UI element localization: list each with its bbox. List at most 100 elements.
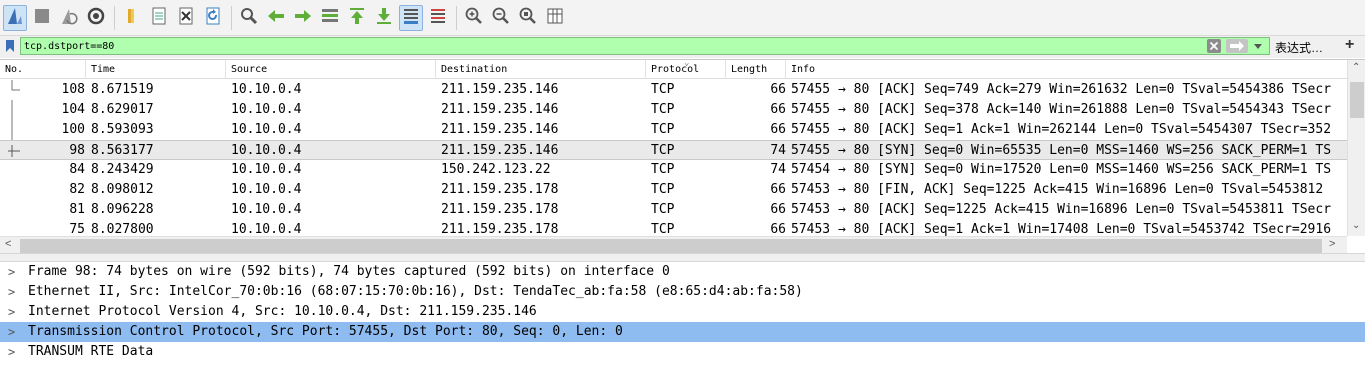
packet-list: No. Time Source Destination Protocol Len…	[0, 58, 1365, 254]
cell-destination: 211.159.235.146	[441, 82, 559, 97]
packet-details-pane: > Frame 98: 74 bytes on wire (592 bits), …	[0, 262, 1365, 369]
packet-row[interactable]: 75 8.027800 10.10.0.4 211.159.235.178 TCP 66 5…	[0, 220, 1347, 236]
packet-row[interactable]: 108 8.671519 10.10.0.4 211.159.235.146 TCP 66…	[0, 80, 1347, 100]
detail-tree-label: Ethernet II, Src: IntelCor_70:0b:16 (68:…	[28, 284, 803, 299]
previous-packet-button[interactable]	[264, 5, 288, 31]
autoscroll-button[interactable]	[399, 4, 423, 31]
display-filter-input[interactable]	[20, 37, 1270, 55]
cell-info: 57455 → 80 [ACK] Seq=378 Ack=140 Win=261…	[791, 102, 1332, 117]
go-to-packet-icon	[320, 6, 340, 29]
scroll-up-icon[interactable]: ⌃	[1352, 62, 1360, 73]
chevron-right-icon[interactable]: >	[8, 322, 15, 342]
capture-options-button[interactable]	[84, 5, 108, 31]
cell-length: 66	[770, 182, 786, 197]
packet-row[interactable]: 98 8.563177 10.10.0.4 211.159.235.146 TCP 74 5…	[0, 140, 1347, 160]
cell-source: 10.10.0.4	[231, 143, 302, 158]
next-packet-button[interactable]	[291, 5, 315, 31]
cell-info: 57454 → 80 [SYN] Seq=0 Win=17520 Len=0 M…	[791, 162, 1332, 177]
autoscroll-icon	[401, 6, 421, 29]
packet-row[interactable]: 84 8.243429 10.10.0.4 150.242.123.22 TCP 74 57…	[0, 160, 1347, 180]
cell-source: 10.10.0.4	[231, 122, 302, 137]
close-icon	[1207, 39, 1221, 56]
cell-info: 57453 → 80 [FIN, ACK] Seq=1225 Ack=415 W…	[791, 182, 1324, 197]
restart-capture-button[interactable]	[57, 5, 81, 31]
search-icon	[239, 6, 259, 29]
chevron-right-icon[interactable]: >	[8, 302, 15, 322]
column-header-no[interactable]: No.	[0, 60, 86, 79]
cell-length: 66	[770, 202, 786, 217]
reload-file-button[interactable]	[201, 5, 225, 31]
detail-tree-item[interactable]: > TRANSUM RTE Data	[0, 342, 1365, 362]
detail-tree-item[interactable]: > Transmission Control Protocol, Src Port…	[0, 322, 1365, 342]
cell-time: 8.593093	[91, 122, 154, 137]
zoom-reset-button[interactable]	[516, 5, 540, 31]
cell-info: 57455 → 80 [ACK] Seq=749 Ack=279 Win=261…	[791, 82, 1332, 97]
packet-row[interactable]: 100 8.593093 10.10.0.4 211.159.235.146 TCP 66…	[0, 120, 1347, 140]
column-header-info[interactable]: Info	[786, 60, 1347, 79]
scrollbar-thumb[interactable]	[1350, 82, 1364, 118]
cell-destination: 211.159.235.178	[441, 202, 559, 217]
arrow-left-icon	[266, 6, 286, 29]
column-header-source[interactable]: Source	[226, 60, 436, 79]
detail-tree-item[interactable]: > Internet Protocol Version 4, Src: 10.10…	[0, 302, 1365, 322]
add-filter-button[interactable]: +	[1345, 36, 1354, 54]
detail-tree-label: Frame 98: 74 bytes on wire (592 bits), 7…	[28, 264, 670, 279]
cell-destination: 211.159.235.178	[441, 222, 559, 236]
resize-columns-button[interactable]	[543, 5, 567, 31]
cell-length: 74	[770, 162, 786, 177]
cell-no: 104	[61, 102, 85, 117]
cell-time: 8.098012	[91, 182, 154, 197]
go-to-packet-button[interactable]	[318, 5, 342, 31]
packet-row[interactable]: 81 8.096228 10.10.0.4 211.159.235.178 TCP 66 5…	[0, 200, 1347, 220]
column-header-destination[interactable]: Destination	[436, 60, 646, 79]
apply-filter-button[interactable]	[1226, 39, 1248, 53]
cell-source: 10.10.0.4	[231, 182, 302, 197]
packet-list-header: No. Time Source Destination Protocol Len…	[0, 58, 1347, 79]
recent-filters-dropdown[interactable]	[1252, 40, 1264, 52]
display-filter-bar: 表达式… +	[0, 36, 1365, 58]
first-packet-button[interactable]	[345, 5, 369, 31]
scrollbar-thumb[interactable]	[20, 239, 1322, 253]
close-file-icon	[176, 6, 196, 29]
save-file-button[interactable]	[147, 5, 171, 31]
clear-filter-button[interactable]	[1207, 39, 1221, 53]
last-packet-button[interactable]	[372, 5, 396, 31]
scroll-down-icon[interactable]: ⌄	[1352, 220, 1360, 231]
expression-button[interactable]: 表达式…	[1275, 39, 1323, 56]
cell-time: 8.671519	[91, 82, 154, 97]
file-icon	[149, 6, 169, 29]
toolbar-separator	[231, 5, 232, 30]
cell-length: 66	[770, 222, 786, 236]
packet-row[interactable]: 82 8.098012 10.10.0.4 211.159.235.178 TCP 66 5…	[0, 180, 1347, 200]
packet-list-horizontal-scrollbar[interactable]: < >	[0, 236, 1347, 254]
gear-icon	[86, 6, 106, 29]
stop-icon	[32, 6, 52, 29]
packet-row[interactable]: 104 8.629017 10.10.0.4 211.159.235.146 TCP 66…	[0, 100, 1347, 120]
cell-time: 8.243429	[91, 162, 154, 177]
chevron-right-icon[interactable]: >	[8, 262, 15, 282]
detail-tree-item[interactable]: > Frame 98: 74 bytes on wire (592 bits), …	[0, 262, 1365, 282]
cell-info: 57453 → 80 [ACK] Seq=1225 Ack=415 Win=16…	[791, 202, 1332, 217]
detail-tree-item[interactable]: > Ethernet II, Src: IntelCor_70:0b:16 (68…	[0, 282, 1365, 302]
column-header-length[interactable]: Length	[726, 60, 786, 79]
pane-splitter[interactable]	[0, 253, 1365, 262]
detail-tree-label: Internet Protocol Version 4, Src: 10.10.…	[28, 304, 537, 319]
scroll-left-icon[interactable]: <	[5, 238, 11, 250]
open-file-button[interactable]	[120, 5, 144, 31]
cell-destination: 211.159.235.178	[441, 182, 559, 197]
zoom-out-icon	[491, 6, 511, 29]
find-packet-button[interactable]	[237, 5, 261, 31]
stop-capture-button[interactable]	[30, 5, 54, 31]
zoom-out-button[interactable]	[489, 5, 513, 31]
packet-rows: 108 8.671519 10.10.0.4 211.159.235.146 TCP 66…	[0, 80, 1347, 236]
colorize-button[interactable]	[426, 5, 450, 31]
scroll-right-icon[interactable]: >	[1329, 238, 1335, 250]
chevron-right-icon[interactable]: >	[8, 342, 15, 362]
start-capture-button[interactable]	[3, 4, 27, 31]
zoom-in-button[interactable]	[462, 5, 486, 31]
chevron-right-icon[interactable]: >	[8, 282, 15, 302]
filter-bookmark-button[interactable]	[0, 37, 20, 57]
close-file-button[interactable]	[174, 5, 198, 31]
packet-list-vertical-scrollbar[interactable]: ⌃ ⌄	[1347, 60, 1365, 236]
column-header-time[interactable]: Time	[86, 60, 226, 79]
